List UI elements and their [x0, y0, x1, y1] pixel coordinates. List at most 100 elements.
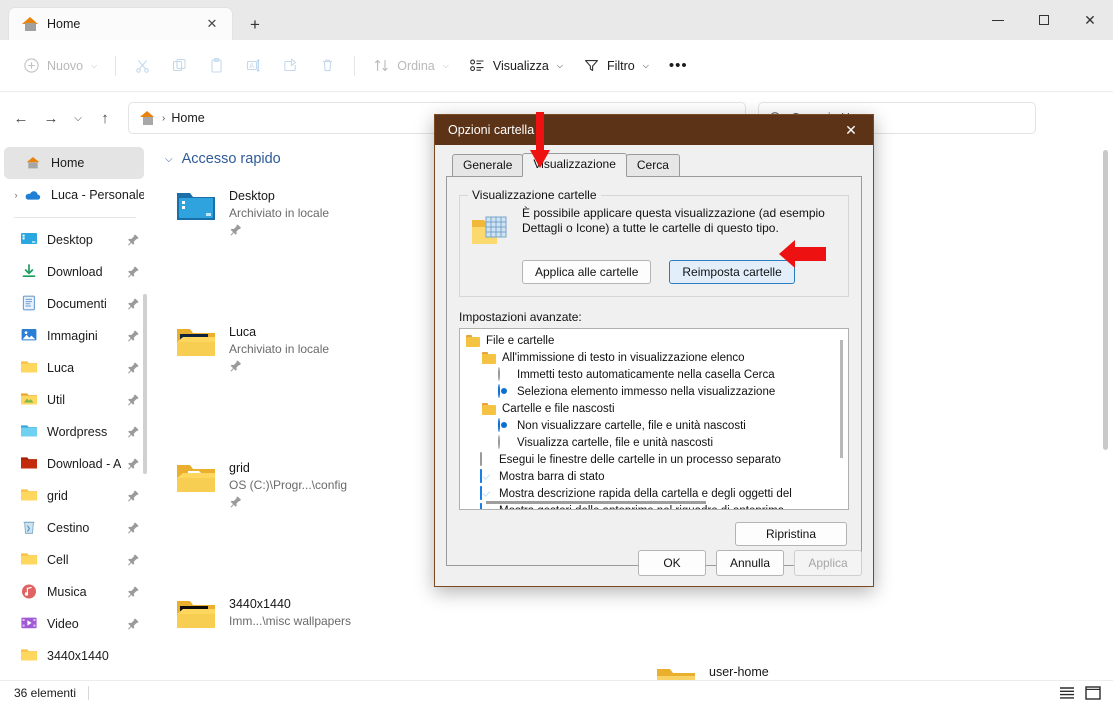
pin-icon[interactable] — [127, 585, 140, 599]
list-vertical-scrollbar[interactable] — [837, 332, 846, 504]
pin-icon[interactable] — [127, 297, 140, 311]
pin-icon[interactable] — [229, 223, 243, 237]
list-item[interactable]: Seleziona elemento immesso nella visuali… — [464, 383, 848, 400]
list-hscroll-thumb[interactable] — [486, 501, 706, 504]
list-item[interactable]: Cartelle e file nascosti — [464, 400, 848, 417]
more-options-button[interactable]: ••• — [660, 50, 697, 82]
pin-icon[interactable] — [127, 233, 140, 247]
apply-to-folders-button[interactable]: Applica alle cartelle — [522, 260, 652, 284]
onedrive-icon — [24, 186, 42, 204]
list-vscroll-thumb[interactable] — [840, 340, 843, 458]
sidebar-item-label: Wordpress — [47, 425, 108, 439]
reset-folders-button[interactable]: Reimposta cartelle — [669, 260, 795, 284]
sidebar-item-grid[interactable]: grid — [16, 480, 144, 512]
quick-access-item[interactable]: Luca Archiviato in locale — [167, 316, 405, 384]
list-horizontal-scrollbar[interactable] — [464, 499, 724, 506]
sidebar-item-download-amiga[interactable]: Download - A — [16, 448, 144, 480]
pin-icon[interactable] — [229, 495, 243, 509]
ok-button[interactable]: OK — [638, 550, 706, 576]
radio-button[interactable] — [498, 367, 511, 381]
quick-access-item[interactable]: Desktop Archiviato in locale — [167, 180, 405, 248]
sidebar-item-documents[interactable]: Documenti — [16, 288, 144, 320]
radio-button[interactable] — [498, 435, 511, 449]
close-button[interactable]: ✕ — [1067, 0, 1113, 40]
pin-icon[interactable] — [229, 359, 243, 373]
sidebar-item-luca[interactable]: Luca — [16, 352, 144, 384]
tab-close-icon[interactable]: ✕ — [201, 13, 223, 35]
sidebar-item-onedrive[interactable]: › Luca - Personale — [4, 179, 145, 211]
paste-button[interactable] — [199, 50, 234, 82]
list-item[interactable]: Immetti testo automaticamente nella case… — [464, 366, 848, 383]
sidebar-item-cell[interactable]: Cell — [16, 544, 144, 576]
checkbox[interactable] — [480, 452, 493, 466]
minimize-button[interactable] — [975, 0, 1021, 40]
content-scroll-thumb[interactable] — [1103, 150, 1108, 450]
sidebar-item-wordpress[interactable]: Wordpress — [16, 416, 144, 448]
advanced-settings-list[interactable]: File e cartelle All'immissione di testo … — [459, 328, 849, 510]
breadcrumb-home[interactable]: Home — [171, 111, 204, 125]
chevron-down-icon[interactable]: ⌵ — [165, 154, 173, 165]
sidebar-item-music[interactable]: Musica — [16, 576, 144, 608]
quick-access-item[interactable]: grid OS (C:)\Progr...\config — [167, 452, 405, 520]
pin-icon[interactable] — [127, 457, 140, 471]
pin-icon[interactable] — [127, 329, 140, 343]
back-button[interactable]: ← — [6, 103, 36, 133]
sidebar-item-download[interactable]: Download — [16, 256, 144, 288]
sidebar-item-video[interactable]: Video — [16, 608, 144, 640]
sidebar-item-pictures[interactable]: Immagini — [16, 320, 144, 352]
maximize-button[interactable] — [1021, 0, 1067, 40]
delete-button[interactable] — [310, 50, 345, 82]
pin-icon[interactable] — [127, 489, 140, 503]
music-icon — [20, 583, 38, 601]
radio-button[interactable] — [498, 418, 511, 432]
up-button[interactable]: ↑ — [90, 103, 120, 133]
sidebar-scroll-thumb[interactable] — [143, 294, 147, 474]
share-button[interactable] — [273, 50, 308, 82]
radio-button[interactable] — [498, 384, 511, 398]
restore-defaults-button[interactable]: Ripristina — [735, 522, 847, 546]
home-icon — [24, 154, 42, 172]
tab-cerca[interactable]: Cerca — [625, 154, 680, 176]
list-item[interactable]: Esegui le finestre delle cartelle in un … — [464, 451, 848, 468]
content-scrollbar[interactable] — [1103, 150, 1108, 660]
sidebar-item-util[interactable]: Util — [16, 384, 144, 416]
list-item[interactable]: Non visualizzare cartelle, file e unità … — [464, 417, 848, 434]
sort-button[interactable]: Ordina ⌵ — [364, 50, 458, 82]
sidebar-item-desktop[interactable]: Desktop — [16, 224, 144, 256]
view-button[interactable]: Visualizza ⌵ — [460, 50, 572, 82]
sidebar-item-3440x1440[interactable]: 3440x1440 — [16, 640, 144, 672]
apply-button[interactable]: Applica — [794, 550, 862, 576]
dialog-close-button[interactable]: ✕ — [829, 115, 873, 145]
pin-icon[interactable] — [127, 553, 140, 567]
copy-button[interactable] — [162, 50, 197, 82]
sidebar-scrollbar[interactable] — [143, 294, 147, 684]
list-item[interactable]: File e cartelle — [464, 332, 848, 349]
cut-button[interactable] — [125, 50, 160, 82]
new-button[interactable]: Nuovo ⌵ — [14, 50, 106, 82]
new-tab-button[interactable]: + — [239, 10, 271, 40]
pin-icon[interactable] — [127, 265, 140, 279]
sidebar-item-home[interactable]: Home — [4, 147, 144, 179]
filter-button[interactable]: Filtro ⌵ — [574, 50, 658, 82]
list-item[interactable]: Mostra barra di stato — [464, 468, 848, 485]
details-pane-icon[interactable] — [1085, 685, 1101, 700]
recent-locations-button[interactable]: ⌵ — [66, 103, 90, 133]
pin-icon[interactable] — [127, 425, 140, 439]
list-item[interactable]: All'immissione di testo in visualizzazio… — [464, 349, 848, 366]
status-divider — [88, 685, 90, 700]
pin-icon[interactable] — [127, 361, 140, 375]
quick-access-item[interactable]: 3440x1440 Imm...\misc wallpapers — [167, 588, 405, 656]
list-view-icon[interactable] — [1059, 686, 1075, 700]
annotation-arrow-left — [779, 240, 826, 268]
sidebar-item-recyclebin[interactable]: Cestino — [16, 512, 144, 544]
forward-button[interactable]: → — [36, 103, 66, 133]
tab-generale[interactable]: Generale — [452, 154, 524, 176]
rename-button[interactable]: A — [236, 50, 271, 82]
pin-icon[interactable] — [127, 617, 140, 631]
cancel-button[interactable]: Annulla — [716, 550, 784, 576]
list-item[interactable]: Visualizza cartelle, file e unità nascos… — [464, 434, 848, 451]
checkbox[interactable] — [480, 469, 493, 483]
pin-icon[interactable] — [127, 393, 140, 407]
tab-home[interactable]: Home ✕ — [8, 7, 233, 40]
pin-icon[interactable] — [127, 521, 140, 535]
